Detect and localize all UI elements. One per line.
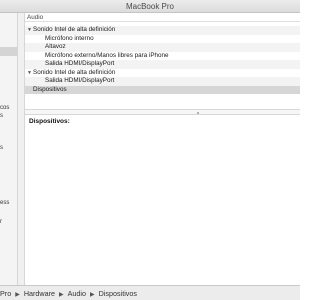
tree-column-header[interactable]: Audio [25, 13, 300, 22]
sidebar-scrollbar[interactable] [17, 13, 25, 285]
tree-row-group[interactable]: ▼Sonido Intel de alta definición [25, 69, 300, 78]
tree-row[interactable]: Salida HDMI/DisplayPort [25, 60, 300, 69]
breadcrumb-computer[interactable]: Pro [0, 286, 11, 300]
window-title: MacBook Pro [0, 0, 300, 13]
tree-row-label: Salida HDMI/DisplayPort [45, 77, 115, 84]
tree-row-label: Sonido Intel de alta definición [33, 26, 116, 33]
tree-row[interactable]: Micrófono externo/Manos libres para iPho… [25, 52, 300, 61]
pane-splitter[interactable] [25, 109, 300, 115]
chevron-right-icon: ▶ [90, 292, 95, 298]
sidebar-item[interactable]: s [0, 112, 17, 121]
tree-row-selected[interactable]: Dispositivos [25, 85, 300, 94]
sidebar-item[interactable]: r [0, 218, 17, 227]
tree-row-label: Micrófono externo/Manos libres para iPho… [45, 51, 169, 59]
tree-row[interactable]: Salida HDMI/DisplayPort [25, 77, 300, 86]
breadcrumb-dispositivos[interactable]: Dispositivos [99, 286, 137, 300]
chevron-right-icon: ▶ [15, 292, 20, 298]
path-bar: Pro ▶ Hardware ▶ Audio ▶ Dispositivos [0, 285, 300, 300]
sidebar-item[interactable]: ess [0, 199, 17, 208]
detail-title: Dispositivos: [29, 118, 70, 125]
chevron-right-icon: ▶ [58, 292, 64, 298]
tree-row-label: Salida HDMI/DisplayPort [45, 60, 115, 67]
breadcrumb-audio[interactable]: Audio [68, 286, 86, 300]
splitter-handle-icon[interactable] [197, 111, 199, 114]
tree-row-label: Micrófono interno [45, 34, 94, 42]
sidebar-item-selected[interactable] [0, 47, 17, 56]
breadcrumb-hardware[interactable]: Hardware [24, 286, 55, 300]
sidebar: cos s s ess r [0, 13, 17, 285]
tree-row-group[interactable]: ▼Sonido Intel de alta definición [25, 26, 300, 35]
tree-row[interactable]: Micrófono interno [25, 35, 300, 44]
main-panel: Audio ▼Sonido Intel de alta definición M… [25, 13, 300, 285]
sidebar-item[interactable]: s [0, 144, 17, 153]
system-information-window: MacBook Pro cos s s ess r Audio ▼Sonido … [0, 0, 300, 300]
tree-row[interactable]: Altavoz [25, 43, 300, 52]
tree-row-label: Sonido Intel de alta definición [33, 68, 116, 76]
tree-row-label: Dispositivos [33, 85, 67, 93]
tree-row-label: Altavoz [45, 43, 66, 50]
